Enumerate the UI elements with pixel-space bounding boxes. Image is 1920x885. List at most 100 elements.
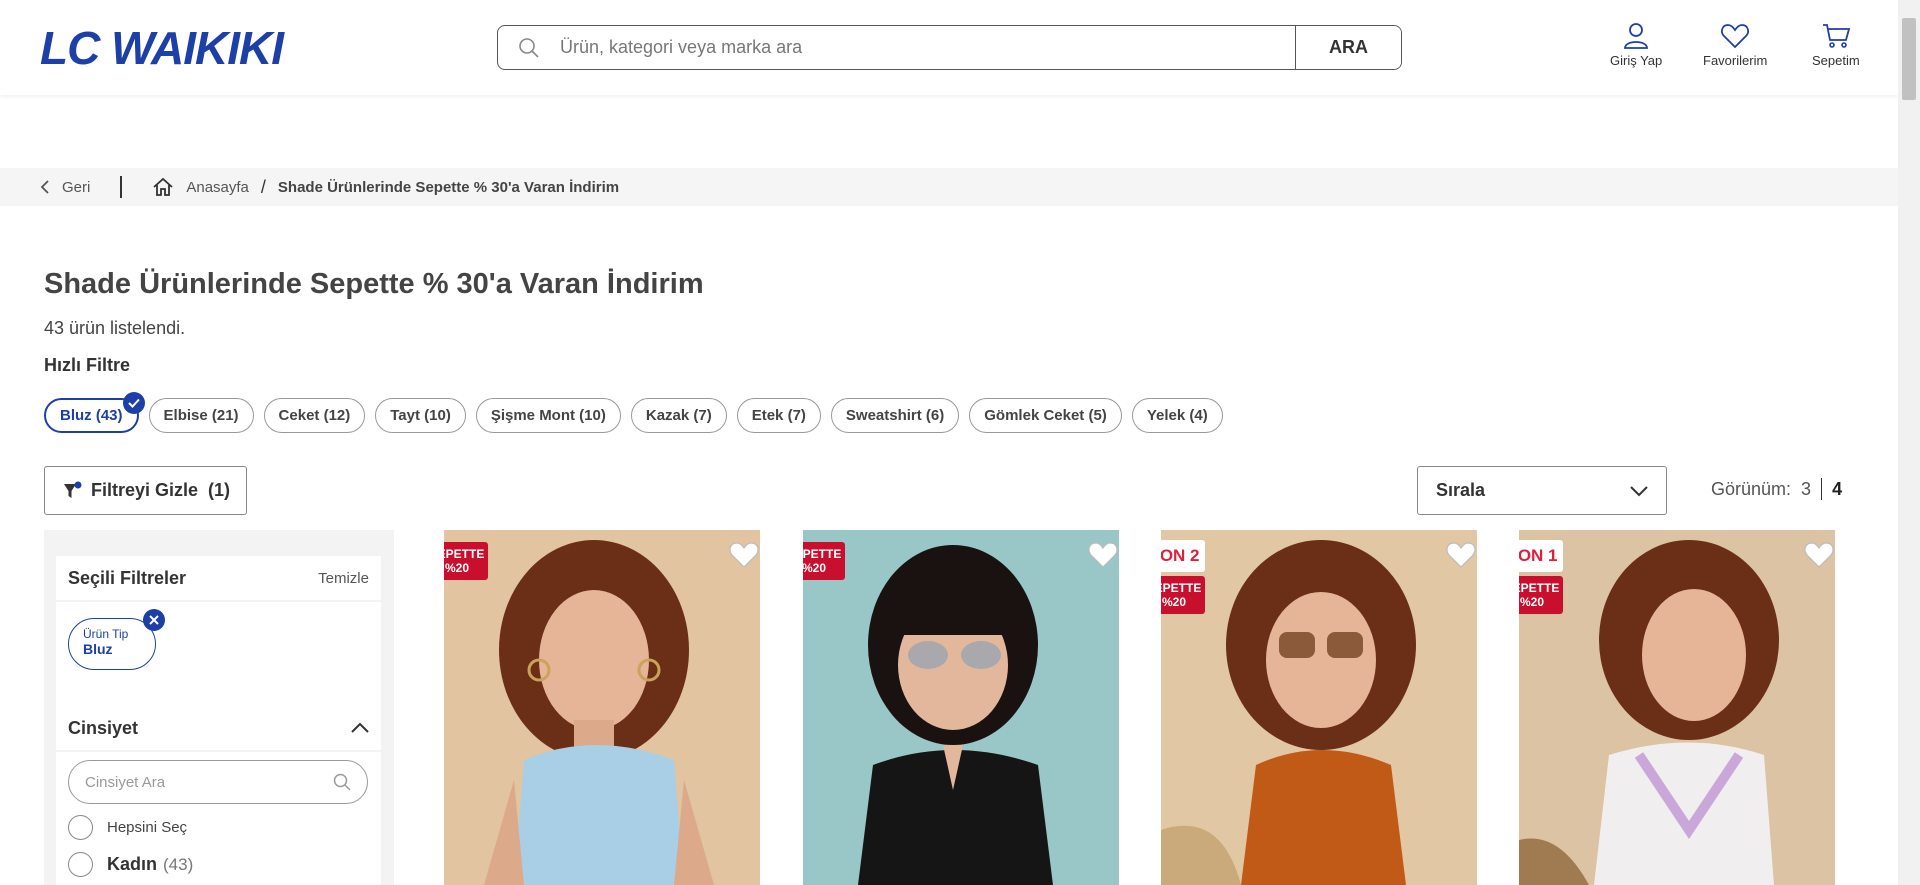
quick-filter-chip[interactable]: Ceket (12) [263,398,366,433]
cart-button[interactable]: Sepetim [1812,22,1860,68]
chip-label: Kazak (7) [645,407,712,424]
search-icon [498,26,560,69]
search-bar: ARA [497,25,1402,70]
gender-option-kadin[interactable]: Kadın (43) [68,852,193,877]
stock-badge: SON 2 [1161,540,1205,572]
select-all-option[interactable]: Hepsini Seç [68,815,187,840]
scrollbar-thumb[interactable] [1902,18,1916,100]
gender-radio[interactable] [68,852,93,877]
gender-search-field [68,760,368,804]
view-3-columns[interactable]: 3 [1801,479,1811,500]
hide-filter-button[interactable]: Filtreyi Gizle (1) [44,466,247,515]
quick-filter-chip[interactable]: Kazak (7) [630,398,727,433]
home-link[interactable]: Anasayfa [152,177,249,197]
badge-line1: SEPETTE [444,547,485,561]
remove-filter-icon[interactable] [143,609,165,631]
product-card[interactable]: SON 2 SEPETTE %20 [1161,530,1477,885]
badge-line1: SEPETTE [1519,581,1560,595]
selected-filter-key: Ürün Tip [83,627,129,641]
selected-filter-value: Bluz [83,641,113,657]
hide-filter-label: Filtreyi Gizle [91,480,199,500]
login-button[interactable]: Giriş Yap [1610,22,1662,68]
selected-filter-chip[interactable]: Ürün Tip Bluz [68,609,165,670]
quick-filter-chip[interactable]: Tayt (10) [375,398,466,433]
sepette-badge: SEPETTE %20 [1519,576,1563,614]
stock-badge: SON 1 [1519,540,1563,572]
sepette-badge: SEPETTE %20 [1161,576,1205,614]
gender-search-input[interactable] [85,773,305,791]
favorite-heart-icon[interactable] [1445,540,1477,570]
gender-header[interactable]: Cinsiyet [56,706,381,752]
cart-label: Sepetim [1812,53,1860,68]
quick-filter-chip[interactable]: Sweatshirt (6) [830,398,960,433]
favorites-label: Favorilerim [1703,53,1768,68]
selected-filters-title: Seçili Filtreler [68,567,187,588]
select-all-radio[interactable] [68,815,93,840]
site-header: LC WAIKIKI ARA Giriş Yap Favorilerim Sep… [0,0,1898,95]
search-input[interactable] [560,26,1295,69]
badge-line2: %20 [803,561,827,575]
product-image[interactable] [803,530,1119,885]
product-count: 43 ürün listelendi. [44,318,186,338]
gender-option-count: (43) [163,854,194,874]
chip-label: Etek (7) [751,407,806,424]
favorite-heart-icon[interactable] [1087,540,1119,570]
back-link[interactable]: Geri [40,179,90,196]
product-image[interactable] [1519,530,1835,885]
gender-option-label: Kadın [107,854,158,874]
sort-dropdown[interactable]: Sırala [1417,466,1667,515]
search-icon [333,773,351,791]
chip-label: Yelek (4) [1146,407,1208,424]
clear-filters-link[interactable]: Temizle [318,570,369,587]
select-all-label: Hepsini Seç [107,819,188,836]
chip-label: Şişme Mont (10) [490,407,606,424]
favorite-heart-icon[interactable] [728,540,760,570]
home-label: Anasayfa [186,178,249,196]
quick-filter-chip[interactable]: Şişme Mont (10) [475,398,621,433]
badge-line2: %20 [1519,595,1545,609]
heart-icon [1721,24,1750,49]
product-image[interactable] [444,530,760,885]
product-card[interactable]: SEPETTE %20 [444,530,760,885]
quick-filter-list: Bluz (43) Elbise (21) Ceket (12) Tayt (1… [44,392,1223,433]
product-image[interactable] [1161,530,1477,885]
quick-filter-chip[interactable]: Gömlek Ceket (5) [969,398,1122,433]
chevron-up-icon [351,722,369,733]
badge-line1: SEPETTE [803,547,842,561]
badge-line2: %20 [444,561,470,575]
cart-icon [1822,24,1851,48]
filter-count: (1) [208,480,231,500]
quick-filter-title: Hızlı Filtre [44,355,131,375]
chip-label: Bluz (43) [60,407,123,424]
product-card[interactable]: SEPETTE %20 [803,530,1119,885]
sort-label: Sırala [1436,480,1486,500]
sepette-badge: SEPETTE %20 [444,542,488,580]
gender-title: Cinsiyet [68,717,139,738]
view-divider [1821,478,1823,500]
chip-label: Elbise (21) [163,407,239,424]
page-scrollbar[interactable] [1898,0,1920,885]
favorite-heart-icon[interactable] [1803,540,1835,570]
user-icon [1624,23,1649,49]
check-icon [122,392,145,414]
quick-filter-chip[interactable]: Elbise (21) [148,398,254,433]
breadcrumb-divider [120,176,123,198]
chip-label: Sweatshirt (6) [845,407,945,424]
chip-label: Gömlek Ceket (5) [984,407,1107,424]
lc-waikiki-logo[interactable]: LC WAIKIKI [40,24,284,72]
sepette-badge: SEPETTE %20 [803,542,845,580]
quick-filter-chip[interactable]: Bluz (43) [44,392,145,433]
page-title: Shade Ürünlerinde Sepette % 30'a Varan İ… [44,268,704,300]
search-button[interactable]: ARA [1295,26,1401,69]
view-switcher: Görünüm: 3 4 [1711,478,1842,500]
quick-filter-chip[interactable]: Etek (7) [736,398,821,433]
favorites-button[interactable]: Favorilerim [1703,22,1767,68]
page: LC WAIKIKI ARA Giriş Yap Favorilerim Sep… [0,0,1920,885]
quick-filter-chip[interactable]: Yelek (4) [1131,398,1223,433]
breadcrumb-slash: / [260,176,266,197]
product-card[interactable]: SON 1 SEPETTE %20 [1519,530,1835,885]
view-label: Görünüm: [1711,478,1792,499]
view-4-columns[interactable]: 4 [1832,479,1842,500]
gender-panel: Cinsiyet Hepsini Seç Kadın (43) [56,706,381,885]
selected-filters-panel: Seçili Filtreler Temizle Ürün Tip Bluz [56,556,381,706]
